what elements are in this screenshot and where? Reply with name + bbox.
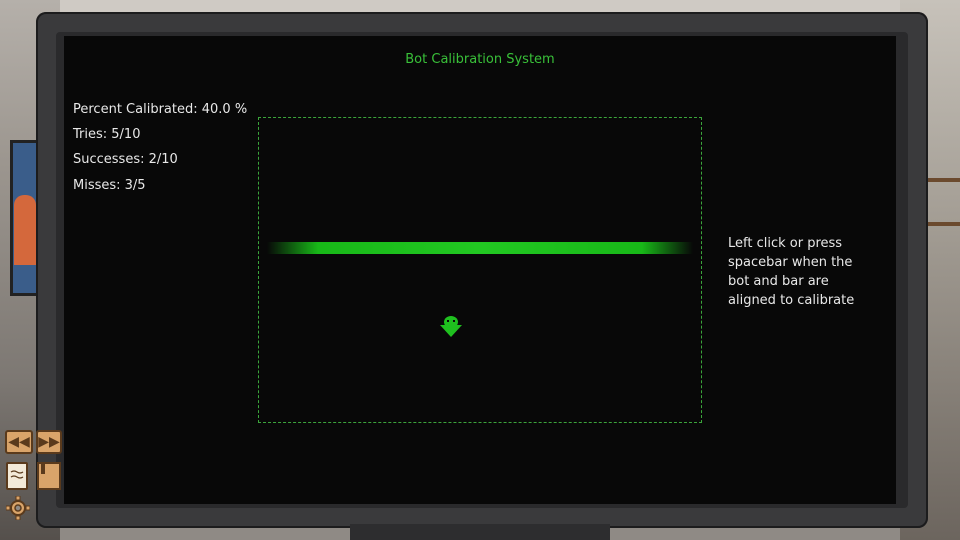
kitchen-shelf bbox=[928, 178, 960, 182]
kitchen-shelf bbox=[928, 222, 960, 226]
tries-label: Tries: 5/10 bbox=[73, 127, 141, 142]
monitor-stand bbox=[350, 524, 610, 540]
successes-label: Successes: 2/10 bbox=[73, 152, 178, 167]
journal-icon bbox=[10, 470, 24, 479]
misses-label: Misses: 3/5 bbox=[73, 178, 146, 193]
fast-forward-button[interactable]: ▶▶ bbox=[36, 430, 62, 454]
calibration-field[interactable] bbox=[258, 117, 702, 423]
rewind-icon: ◀◀ bbox=[8, 434, 30, 450]
rewind-button[interactable]: ◀◀ bbox=[5, 430, 33, 454]
gear-icon[interactable] bbox=[6, 496, 30, 520]
bookmark-button[interactable] bbox=[37, 462, 61, 490]
fast-forward-icon: ▶▶ bbox=[38, 434, 60, 450]
calibration-screen[interactable]: Bot Calibration System Percent Calibrate… bbox=[64, 36, 896, 504]
bookmark-icon bbox=[41, 464, 45, 474]
bot-icon bbox=[440, 316, 462, 337]
percent-calibrated-label: Percent Calibrated: 40.0 % bbox=[73, 102, 248, 117]
instructions-text: Left click or press spacebar when the bo… bbox=[728, 236, 855, 308]
screen-title: Bot Calibration System bbox=[405, 52, 555, 67]
poster-figure bbox=[14, 195, 36, 265]
journal-button[interactable] bbox=[6, 462, 28, 490]
calibration-bar bbox=[267, 242, 693, 254]
